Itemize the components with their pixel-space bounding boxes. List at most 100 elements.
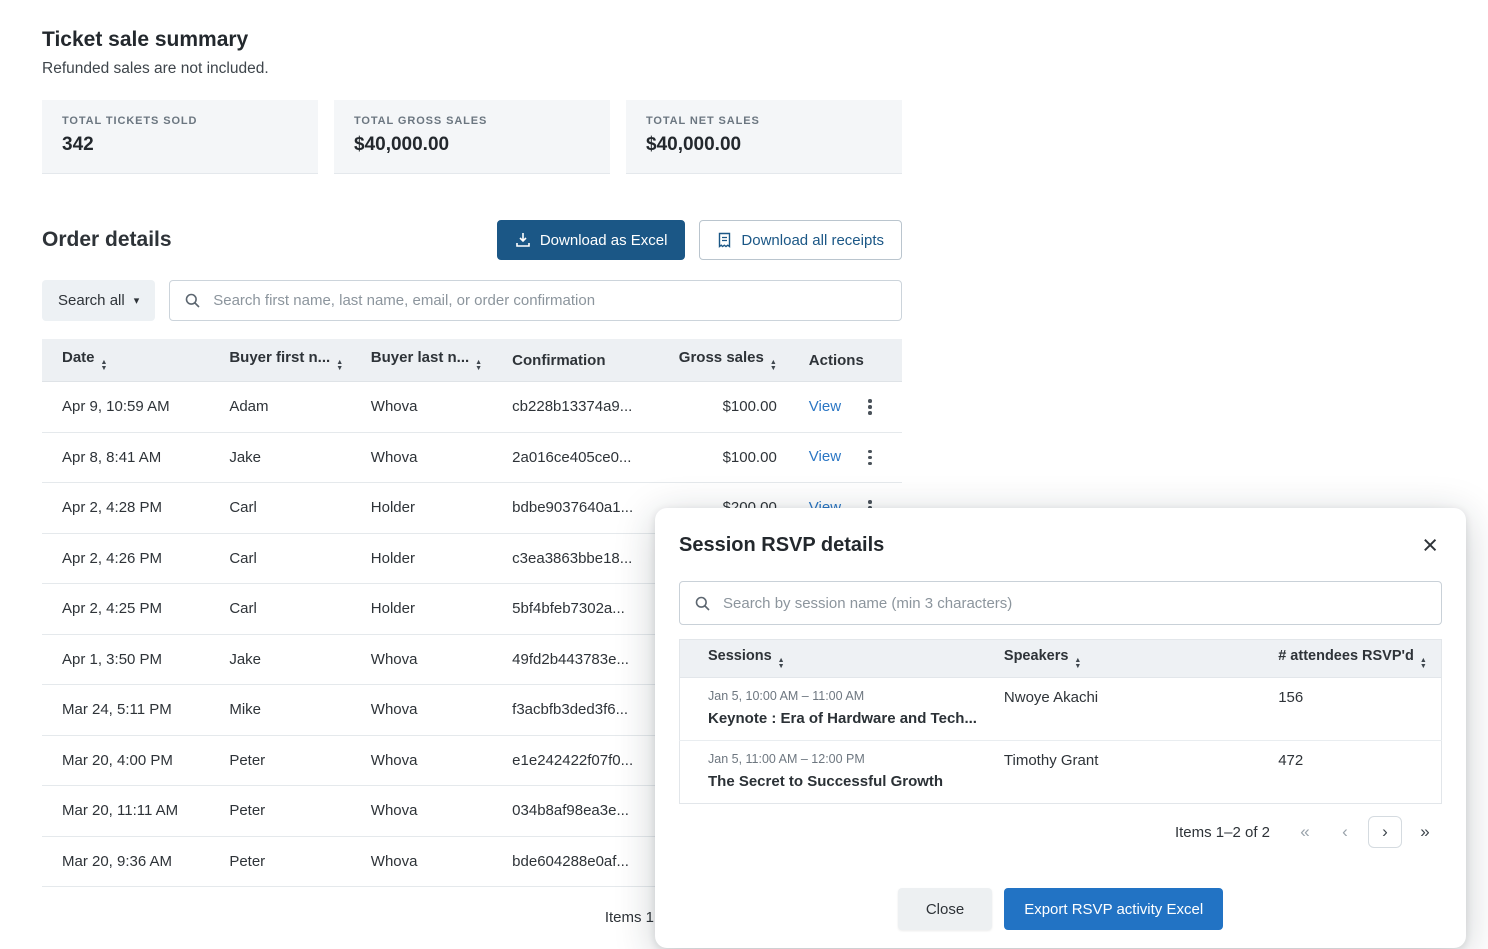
- col-sessions-label: Sessions: [708, 648, 772, 664]
- view-order-link[interactable]: View: [809, 398, 841, 415]
- order-buyer-last: Whova: [363, 786, 504, 837]
- col-attendees[interactable]: # attendees RSVP'd▲▼: [1266, 640, 1441, 678]
- sort-icon: ▲▼: [475, 360, 482, 371]
- col-buyer-first[interactable]: Buyer first n... ▲▼: [221, 339, 362, 382]
- session-rsvp-modal: Session RSVP details × Sessions▲▼ Speake…: [655, 508, 1466, 948]
- sort-icon: ▲▼: [336, 360, 343, 371]
- order-buyer-last: Whova: [363, 382, 504, 433]
- order-buyer-last: Whova: [363, 735, 504, 786]
- summary-card-net-sales: TOTAL NET SALES $40,000.00: [626, 100, 902, 174]
- col-buyer-first-label: Buyer first n...: [229, 349, 330, 366]
- order-confirmation: 2a016ce405ce0...: [504, 432, 671, 483]
- card-label: TOTAL NET SALES: [646, 115, 882, 127]
- summary-card-tickets-sold: TOTAL TICKETS SOLD 342: [42, 100, 318, 174]
- orders-pagination-label: Items 1: [42, 909, 654, 926]
- card-value: 342: [62, 134, 298, 156]
- order-buyer-first: Adam: [221, 382, 362, 433]
- col-buyer-last[interactable]: Buyer last n... ▲▼: [363, 339, 504, 382]
- order-actions: View: [791, 382, 902, 433]
- sort-icon: ▲▼: [101, 360, 108, 371]
- session-attendees: 472: [1266, 741, 1441, 804]
- card-value: $40,000.00: [646, 134, 882, 156]
- order-date: Mar 24, 5:11 PM: [42, 685, 221, 736]
- order-confirmation: 034b8af98ea3e...: [504, 786, 671, 837]
- order-search-input[interactable]: [211, 291, 887, 310]
- summary-cards: TOTAL TICKETS SOLD 342 TOTAL GROSS SALES…: [42, 100, 902, 174]
- page: Ticket sale summary Refunded sales are n…: [0, 0, 1488, 949]
- orders-header-row: Date▲▼ Buyer first n... ▲▼ Buyer last n..…: [42, 339, 902, 382]
- modal-footer: Close Export RSVP activity Excel: [679, 888, 1442, 930]
- order-actions: View: [791, 432, 902, 483]
- search-icon: [694, 595, 711, 612]
- receipt-icon: [717, 232, 732, 248]
- sort-icon: ▲▼: [778, 658, 785, 669]
- order-buyer-first: Peter: [221, 786, 362, 837]
- last-page-icon[interactable]: »: [1408, 816, 1442, 848]
- order-date: Apr 8, 8:41 AM: [42, 432, 221, 483]
- download-excel-button[interactable]: Download as Excel: [497, 220, 686, 260]
- col-buyer-last-label: Buyer last n...: [371, 349, 469, 366]
- previous-page-icon[interactable]: ‹: [1328, 816, 1362, 848]
- close-icon[interactable]: ×: [1418, 532, 1442, 559]
- order-buyer-last: Holder: [363, 584, 504, 635]
- session-search-box: [679, 581, 1442, 625]
- col-speakers[interactable]: Speakers ▲▼: [992, 640, 1266, 678]
- search-icon: [184, 292, 201, 309]
- col-confirmation-label: Confirmation: [512, 352, 605, 369]
- order-confirmation: f3acbfb3ded3f6...: [504, 685, 671, 736]
- download-receipts-label: Download all receipts: [741, 232, 884, 249]
- download-excel-label: Download as Excel: [540, 232, 668, 249]
- close-button[interactable]: Close: [898, 888, 992, 930]
- order-buyer-first: Carl: [221, 483, 362, 534]
- order-buyer-last: Whova: [363, 685, 504, 736]
- col-confirmation: Confirmation: [504, 339, 671, 382]
- session-cell: Jan 5, 10:00 AM – 11:00 AM Keynote : Era…: [680, 678, 992, 741]
- order-gross-sales: $100.00: [671, 382, 791, 433]
- sessions-header-row: Sessions ▲▼ Speakers ▲▼ # attendees RSVP'd…: [680, 640, 1442, 678]
- order-buyer-first: Jake: [221, 432, 362, 483]
- card-value: $40,000.00: [354, 134, 590, 156]
- order-buyer-first: Peter: [221, 836, 362, 887]
- session-speaker: Nwoye Akachi: [992, 678, 1266, 741]
- order-row: Apr 8, 8:41 AM Jake Whova 2a016ce405ce0.…: [42, 432, 902, 483]
- first-page-icon[interactable]: «: [1288, 816, 1322, 848]
- session-name: The Secret to Successful Growth: [708, 773, 980, 790]
- view-order-link[interactable]: View: [809, 448, 841, 465]
- next-page-icon[interactable]: ›: [1368, 816, 1402, 848]
- col-sessions[interactable]: Sessions ▲▼: [680, 640, 992, 678]
- order-confirmation: bdbe9037640a1...: [504, 483, 671, 534]
- col-gross-sales[interactable]: Gross sales▲▼: [671, 339, 791, 382]
- order-details-title: Order details: [42, 228, 172, 252]
- session-row: Jan 5, 10:00 AM – 11:00 AM Keynote : Era…: [680, 678, 1442, 741]
- summary-card-gross-sales: TOTAL GROSS SALES $40,000.00: [334, 100, 610, 174]
- search-filter-dropdown[interactable]: Search all ▾: [42, 280, 155, 321]
- order-details-header: Order details Download as Excel Download…: [42, 220, 902, 260]
- order-buyer-first: Carl: [221, 584, 362, 635]
- pagination-label: Items 1–2 of 2: [1175, 824, 1270, 841]
- download-receipts-button[interactable]: Download all receipts: [699, 220, 902, 260]
- order-buyer-last: Whova: [363, 634, 504, 685]
- sort-icon: ▲▼: [1074, 658, 1081, 669]
- session-attendees: 156: [1266, 678, 1441, 741]
- order-date: Apr 2, 4:28 PM: [42, 483, 221, 534]
- order-confirmation: 49fd2b443783e...: [504, 634, 671, 685]
- sort-icon: ▲▼: [770, 360, 777, 371]
- order-date: Apr 2, 4:25 PM: [42, 584, 221, 635]
- order-confirmation: e1e242422f07f0...: [504, 735, 671, 786]
- export-rsvp-excel-button[interactable]: Export RSVP activity Excel: [1004, 888, 1223, 930]
- modal-pagination: Items 1–2 of 2 « ‹ › »: [679, 816, 1442, 848]
- session-time: Jan 5, 10:00 AM – 11:00 AM: [708, 689, 980, 703]
- col-speakers-label: Speakers: [1004, 648, 1069, 664]
- order-confirmation: 5bf4bfeb7302a...: [504, 584, 671, 635]
- order-details-actions: Download as Excel Download all receipts: [497, 220, 902, 260]
- row-menu-button[interactable]: [863, 396, 877, 418]
- order-date: Mar 20, 11:11 AM: [42, 786, 221, 837]
- session-search-input[interactable]: [721, 594, 1427, 613]
- order-buyer-first: Jake: [221, 634, 362, 685]
- chevron-down-icon: ▾: [134, 294, 140, 307]
- order-buyer-last: Holder: [363, 483, 504, 534]
- session-speaker: Timothy Grant: [992, 741, 1266, 804]
- col-date[interactable]: Date▲▼: [42, 339, 221, 382]
- row-menu-button[interactable]: [863, 447, 877, 469]
- download-icon: [515, 232, 531, 248]
